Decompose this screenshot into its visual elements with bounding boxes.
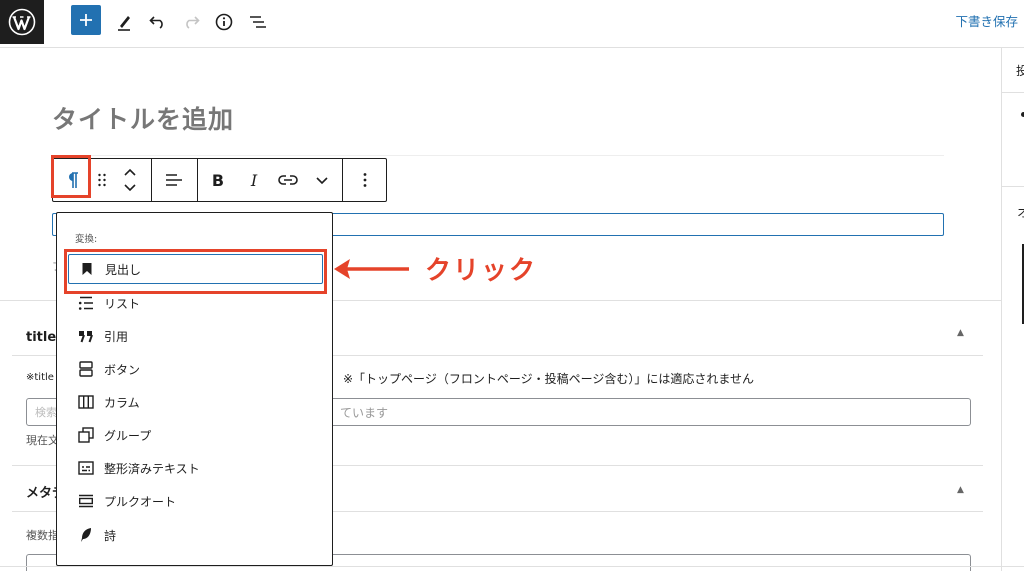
menu-item-label: 整形済みテキスト <box>104 461 200 476</box>
menu-item-label: プルクオート <box>104 494 177 509</box>
title-input-placeholder: 検索 <box>35 406 57 419</box>
annotation-label: クリック <box>425 256 538 286</box>
link-icon <box>278 175 298 185</box>
collapse-caret-icon[interactable]: ▲ <box>957 485 964 495</box>
menu-item-group[interactable]: グループ <box>68 420 323 450</box>
chevron-up-down-icon <box>124 168 136 192</box>
sidebar-divider <box>1002 92 1024 93</box>
wordpress-logo-icon[interactable] <box>0 0 44 44</box>
redo-button[interactable] <box>181 8 201 36</box>
sidebar-divider <box>1002 186 1024 187</box>
move-up-down-buttons[interactable] <box>115 159 145 201</box>
sidebar-tab-post[interactable]: 投 <box>1016 62 1024 79</box>
menu-item-label: グループ <box>104 428 152 443</box>
menu-item-label: リスト <box>104 296 141 311</box>
bottom-divider <box>0 566 1024 567</box>
align-left-icon <box>166 174 182 186</box>
italic-button[interactable]: I <box>237 159 271 201</box>
current-char-count: 現在文 <box>26 434 59 447</box>
block-options-button[interactable] <box>343 159 387 201</box>
editor-header: 下書き保存 <box>0 0 1024 48</box>
menu-item-label: カラム <box>104 395 140 410</box>
menu-item-label: ボタン <box>104 362 141 377</box>
chevron-down-icon <box>316 177 328 185</box>
settings-sidebar: 投 オ <box>1001 48 1024 571</box>
menu-item-columns[interactable]: カラム <box>68 387 323 417</box>
annotation-arrow-icon <box>334 259 409 279</box>
list-icon <box>72 296 100 310</box>
preformatted-icon <box>72 461 100 475</box>
menu-item-button[interactable]: ボタン <box>68 354 323 384</box>
menu-item-verse[interactable]: 詩 <box>68 520 323 550</box>
redo-icon <box>186 16 200 29</box>
drag-handle-icon <box>98 173 106 187</box>
menu-item-preformatted[interactable]: 整形済みテキスト <box>68 453 323 483</box>
post-title-placeholder[interactable]: タイトルを追加 <box>52 100 234 136</box>
menu-item-label: 詩 <box>104 528 117 543</box>
link-button[interactable] <box>271 159 305 201</box>
block-toolbar: B I <box>52 158 387 202</box>
columns-icon <box>72 395 100 409</box>
heading-option-highlight <box>64 249 327 294</box>
metabox-note: ※「トップページ（フロントページ・投稿ページ含む）」には適応されません <box>343 372 754 386</box>
plus-icon <box>80 14 92 26</box>
italic-icon: I <box>250 170 258 190</box>
collapse-caret-icon[interactable]: ▲ <box>957 328 964 338</box>
metabox-help-text: 複数指 <box>26 529 59 542</box>
undo-icon <box>149 16 163 29</box>
metabox-note-prefix: ※title <box>26 372 54 383</box>
menu-item-label: 引用 <box>104 329 129 344</box>
group-icon <box>72 427 100 443</box>
bold-icon: B <box>211 170 225 190</box>
save-draft-button[interactable]: 下書き保存 <box>955 11 1018 30</box>
undo-button[interactable] <box>148 8 168 36</box>
toolbar-separator <box>197 159 198 201</box>
add-block-button[interactable] <box>71 5 101 35</box>
list-view-icon <box>250 16 266 28</box>
block-type-highlight <box>51 155 91 198</box>
pullquote-icon <box>72 494 100 508</box>
sidebar-section-label[interactable]: オ <box>1017 202 1024 221</box>
more-formatting-button[interactable] <box>305 159 339 201</box>
drag-handle[interactable] <box>91 159 113 201</box>
info-icon <box>215 13 233 31</box>
list-view-button[interactable] <box>247 8 269 36</box>
button-icon <box>72 361 100 377</box>
align-button[interactable] <box>152 159 196 201</box>
pencil-icon <box>118 16 130 31</box>
bold-button[interactable]: B <box>201 159 235 201</box>
title-divider <box>52 155 944 156</box>
edit-tool-button[interactable] <box>114 8 134 36</box>
menu-item-quote[interactable]: 引用 <box>68 321 323 351</box>
details-button[interactable] <box>214 8 234 36</box>
menu-item-pullquote[interactable]: プルクオート <box>68 486 323 516</box>
more-vertical-icon <box>363 173 367 187</box>
verse-icon <box>72 527 100 543</box>
quote-icon <box>72 329 100 343</box>
title-input-placeholder-tail: ています <box>340 406 389 420</box>
transform-menu-label: 変換: <box>75 234 98 245</box>
